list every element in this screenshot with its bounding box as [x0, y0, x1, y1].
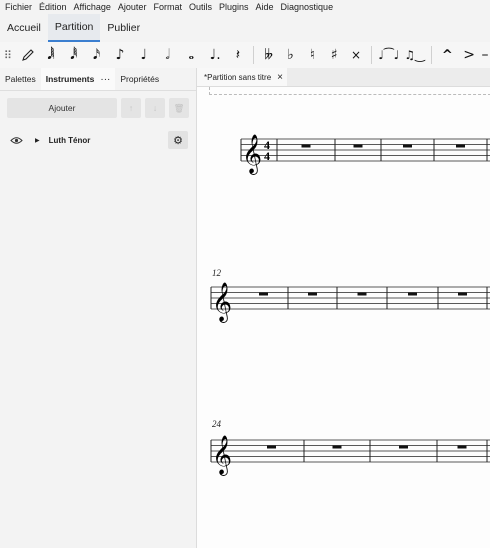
half-note-icon[interactable]: 𝅗𝅥 [156, 44, 180, 66]
whole-rest [353, 144, 363, 148]
quarter-note-icon[interactable]: ♩ [132, 44, 156, 66]
rest-icon[interactable]: 𝄽 [227, 44, 249, 66]
tab-palettes[interactable]: Palettes [0, 68, 41, 90]
whole-rest [267, 445, 276, 449]
whole-rest [301, 144, 311, 148]
tab-palettes-label: Palettes [5, 74, 36, 84]
dot-icon[interactable]: ♩. [203, 44, 227, 66]
instrument-settings-button[interactable]: ⚙ [168, 131, 188, 149]
workspace-tabs: Accueil Partition Publier [0, 14, 490, 43]
document-tab[interactable]: *Partition sans titre × [197, 68, 287, 86]
menu-item[interactable]: Aide [256, 2, 274, 12]
menu-item[interactable]: Édition [39, 2, 67, 12]
tie-icon[interactable]: ♩⁀♩ [376, 44, 402, 66]
32nd-note-icon[interactable]: 𝅘𝅥𝅱 [62, 44, 85, 66]
instrument-name: Luth Ténor [48, 135, 91, 145]
instruments-panel: Palettes Instruments ··· Propriétés Ajou… [0, 68, 197, 548]
time-signature-denominator: 4 [264, 149, 270, 163]
whole-rest [456, 144, 465, 148]
16th-note-icon[interactable]: 𝅘𝅥𝅯 [85, 44, 108, 66]
close-tab-icon[interactable]: × [277, 72, 283, 83]
sharp-icon[interactable]: ♯ [323, 44, 345, 66]
document-tabs: *Partition sans titre × [197, 68, 490, 87]
eye-icon[interactable] [10, 136, 24, 145]
pencil-icon[interactable] [16, 44, 40, 66]
whole-rest [357, 292, 367, 296]
add-instrument-button[interactable]: Ajouter [7, 98, 117, 118]
treble-clef: 𝄞 [212, 435, 232, 476]
tab-proprietes[interactable]: Propriétés [115, 68, 164, 90]
move-up-button[interactable]: ↑ [121, 98, 141, 118]
menu-bar: Fichier Édition Affichage Ajouter Format Outi… [0, 0, 490, 14]
marcato-icon[interactable]: ^ [436, 44, 458, 66]
whole-rest [457, 445, 467, 449]
menu-item[interactable]: Plugins [219, 2, 249, 12]
note-input-toolbar: ⠿ 𝅘𝅥𝅲 𝅘𝅥𝅱 𝅘𝅥𝅯 ♪ ♩ 𝅗𝅥 𝅝 ♩. 𝄽 𝄫 ♭ ♮ ♯ × ♩⁀… [0, 42, 490, 69]
toolbar-separator [431, 46, 433, 64]
add-row: Ajouter ↑ ↓ 🗑 [7, 98, 189, 118]
menu-item[interactable]: Outils [189, 2, 212, 12]
add-instrument-label: Ajouter [48, 103, 76, 113]
delete-button[interactable]: 🗑 [169, 98, 189, 118]
instrument-row[interactable]: ▶ Luth Ténor ⚙ [0, 130, 196, 150]
whole-rest [332, 445, 342, 449]
gear-icon: ⚙ [173, 134, 183, 147]
expand-arrow-icon[interactable]: ▶ [35, 137, 40, 144]
menu-item[interactable]: Format [153, 2, 182, 12]
tenuto-icon[interactable]: – [480, 44, 490, 66]
score-canvas[interactable]: 12 24 𝄞 4 4 𝄞 𝄞 [197, 87, 490, 548]
tab-instruments[interactable]: Instruments ··· [40, 68, 116, 90]
whole-rest [399, 445, 408, 449]
whole-rest [308, 292, 317, 296]
whole-rest [259, 292, 268, 296]
whole-rest [403, 144, 412, 148]
menu-item[interactable]: Diagnostique [281, 2, 334, 12]
workspace-tab[interactable]: Accueil [0, 14, 48, 42]
menu-item[interactable]: Affichage [74, 2, 111, 12]
tab-proprietes-label: Propriétés [120, 74, 160, 84]
treble-clef: 𝄞 [212, 282, 232, 323]
tab-menu-icon[interactable]: ··· [100, 74, 110, 85]
64th-note-icon[interactable]: 𝅘𝅥𝅲 [40, 44, 63, 66]
slur-icon[interactable]: ♫‿ [402, 44, 428, 66]
accent-icon[interactable]: > [458, 44, 480, 66]
menu-item[interactable]: Ajouter [118, 2, 147, 12]
score-systems: 𝄞 44𝄞𝄞 [210, 134, 490, 476]
move-down-button[interactable]: ↓ [145, 98, 165, 118]
panel-tabs: Palettes Instruments ··· Propriétés [0, 68, 196, 91]
workspace-tab[interactable]: Partition [47, 14, 101, 42]
toolbar-separator [370, 46, 372, 64]
tab-instruments-label: Instruments [45, 74, 95, 84]
whole-rest [458, 292, 467, 296]
whole-rest [408, 292, 417, 296]
document-tab-label: *Partition sans titre [204, 72, 272, 82]
eighth-note-icon[interactable]: ♪ [108, 44, 132, 66]
natural-icon[interactable]: ♮ [301, 44, 323, 66]
whole-note-icon[interactable]: 𝅝 [179, 44, 203, 66]
menu-item[interactable]: Fichier [5, 2, 32, 12]
toolbar-separator [252, 46, 254, 64]
treble-clef: 𝄞 [242, 134, 262, 175]
workspace-tab[interactable]: Publier [100, 14, 147, 42]
grip-icon[interactable]: ⠿ [0, 44, 16, 66]
double-flat-icon[interactable]: 𝄫 [258, 44, 280, 66]
double-sharp-icon[interactable]: × [345, 44, 367, 66]
flat-icon[interactable]: ♭ [280, 44, 302, 66]
